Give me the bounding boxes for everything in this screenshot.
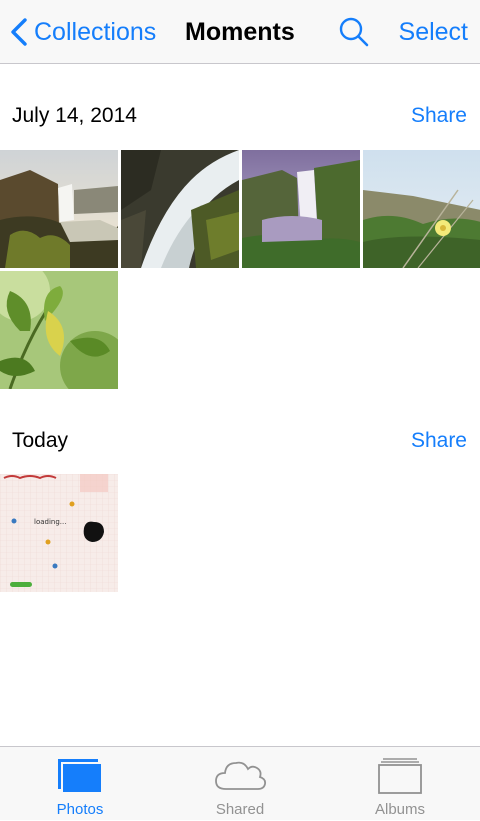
section-header: July 14, 2014 Share <box>0 96 480 136</box>
chevron-left-icon <box>11 18 27 46</box>
share-button[interactable]: Share <box>411 421 467 461</box>
navigation-bar: Collections Moments Select <box>0 0 480 64</box>
tab-photos[interactable]: Photos <box>0 747 160 821</box>
search-icon <box>339 17 369 47</box>
back-label: Collections <box>34 17 157 46</box>
photo-thumbnail[interactable] <box>363 150 480 268</box>
search-button[interactable] <box>338 16 370 48</box>
tab-bar: Photos Shared Albums <box>0 746 480 820</box>
photos-icon <box>58 759 103 794</box>
albums-icon <box>378 758 422 794</box>
photo-thumbnail[interactable] <box>0 271 118 389</box>
tab-albums[interactable]: Albums <box>320 747 480 821</box>
back-button[interactable]: Collections <box>10 14 156 50</box>
photo-thumbnail[interactable] <box>0 150 118 268</box>
tab-shared[interactable]: Shared <box>160 747 320 821</box>
photo-thumbnail[interactable]: loading... <box>0 474 118 592</box>
tab-label: Shared <box>215 801 265 818</box>
loading-text: loading... <box>34 518 66 526</box>
photo-thumbnail[interactable] <box>121 150 239 268</box>
tab-label: Photos <box>56 801 104 818</box>
section-date: Today <box>12 429 69 452</box>
select-button[interactable]: Select <box>399 14 468 50</box>
section-date: July 14, 2014 <box>12 104 137 127</box>
section-header: Today Share <box>0 421 480 461</box>
page-title: Moments <box>185 18 295 46</box>
cloud-icon <box>215 761 267 790</box>
share-button[interactable]: Share <box>411 96 467 136</box>
tab-label: Albums <box>374 801 426 818</box>
photo-thumbnail[interactable] <box>242 150 360 268</box>
